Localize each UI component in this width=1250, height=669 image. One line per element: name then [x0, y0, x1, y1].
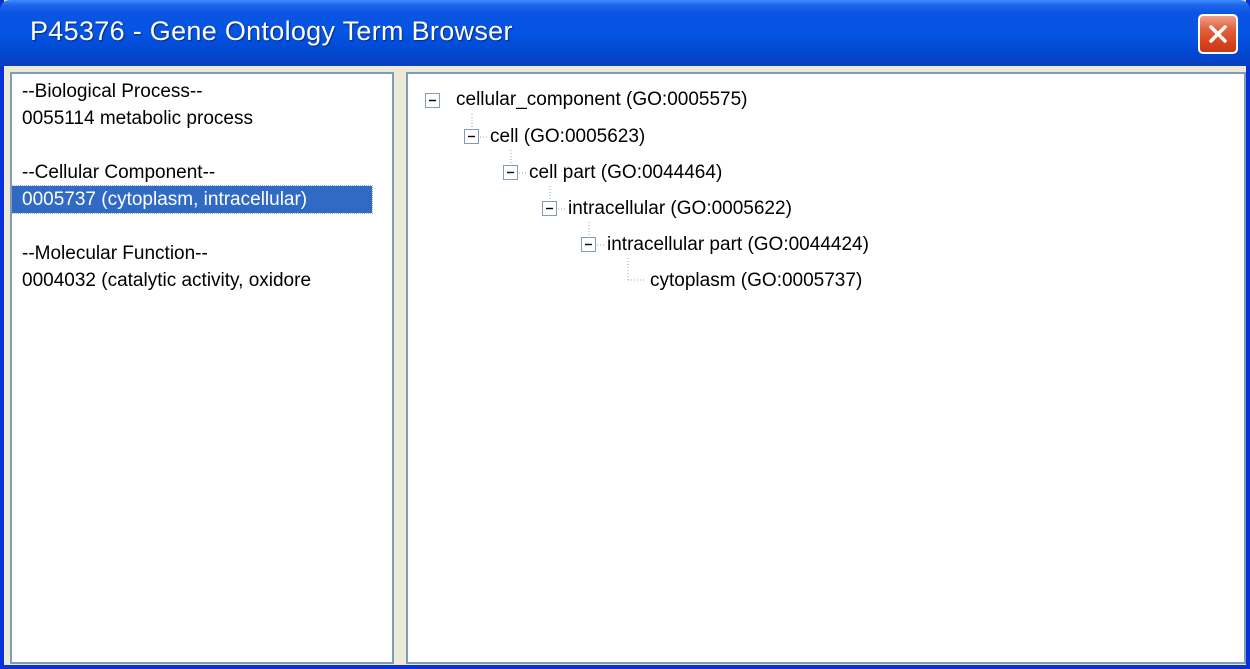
tree-node-intracellular[interactable]: intracellular (GO:0005622)	[568, 197, 792, 221]
minus-box-icon	[503, 165, 519, 185]
tree-node-cellular-component[interactable]: cellular_component (GO:0005575)	[456, 88, 748, 112]
expander-cell-part[interactable]	[503, 165, 519, 181]
expander-intracellular-part[interactable]	[581, 237, 597, 253]
title-bar[interactable]: P45376 - Gene Ontology Term Browser	[0, 0, 1250, 66]
list-item-biological-process-header[interactable]: --Biological Process--	[22, 78, 388, 105]
expander-cell[interactable]	[464, 129, 480, 145]
expander-cellular-component[interactable]	[425, 93, 441, 109]
go-term-list[interactable]: --Biological Process-- 0055114 metabolic…	[10, 72, 394, 664]
expander-intracellular[interactable]	[542, 201, 558, 217]
minus-box-icon	[581, 237, 597, 257]
tree-node-cell-part[interactable]: cell part (GO:0044464)	[529, 161, 722, 185]
list-item-catalytic-activity[interactable]: 0004032 (catalytic activity, oxidore	[22, 267, 388, 294]
ontology-tree-view[interactable]: cellular_component (GO:0005575) cell (GO…	[406, 72, 1246, 664]
minus-box-icon	[542, 201, 558, 221]
list-item-cytoplasm-selected[interactable]: 0005737 (cytoplasm, intracellular)	[12, 185, 373, 214]
list-item-metabolic-process[interactable]: 0055114 metabolic process	[22, 105, 388, 132]
close-button[interactable]	[1198, 14, 1238, 54]
list-item-molecular-function-header[interactable]: --Molecular Function--	[22, 240, 388, 267]
minus-box-icon	[464, 129, 480, 149]
list-item-cellular-component-header[interactable]: --Cellular Component--	[22, 159, 388, 186]
go-term-browser-window: P45376 - Gene Ontology Term Browser --Bi…	[0, 0, 1250, 669]
tree-node-cytoplasm[interactable]: cytoplasm (GO:0005737)	[650, 269, 862, 293]
close-icon	[1207, 23, 1229, 45]
pane-splitter[interactable]	[396, 72, 404, 664]
tree-node-cell[interactable]: cell (GO:0005623)	[490, 125, 645, 149]
minus-box-icon	[425, 93, 441, 113]
window-title: P45376 - Gene Ontology Term Browser	[30, 16, 513, 46]
tree-node-intracellular-part[interactable]: intracellular part (GO:0044424)	[607, 233, 869, 257]
